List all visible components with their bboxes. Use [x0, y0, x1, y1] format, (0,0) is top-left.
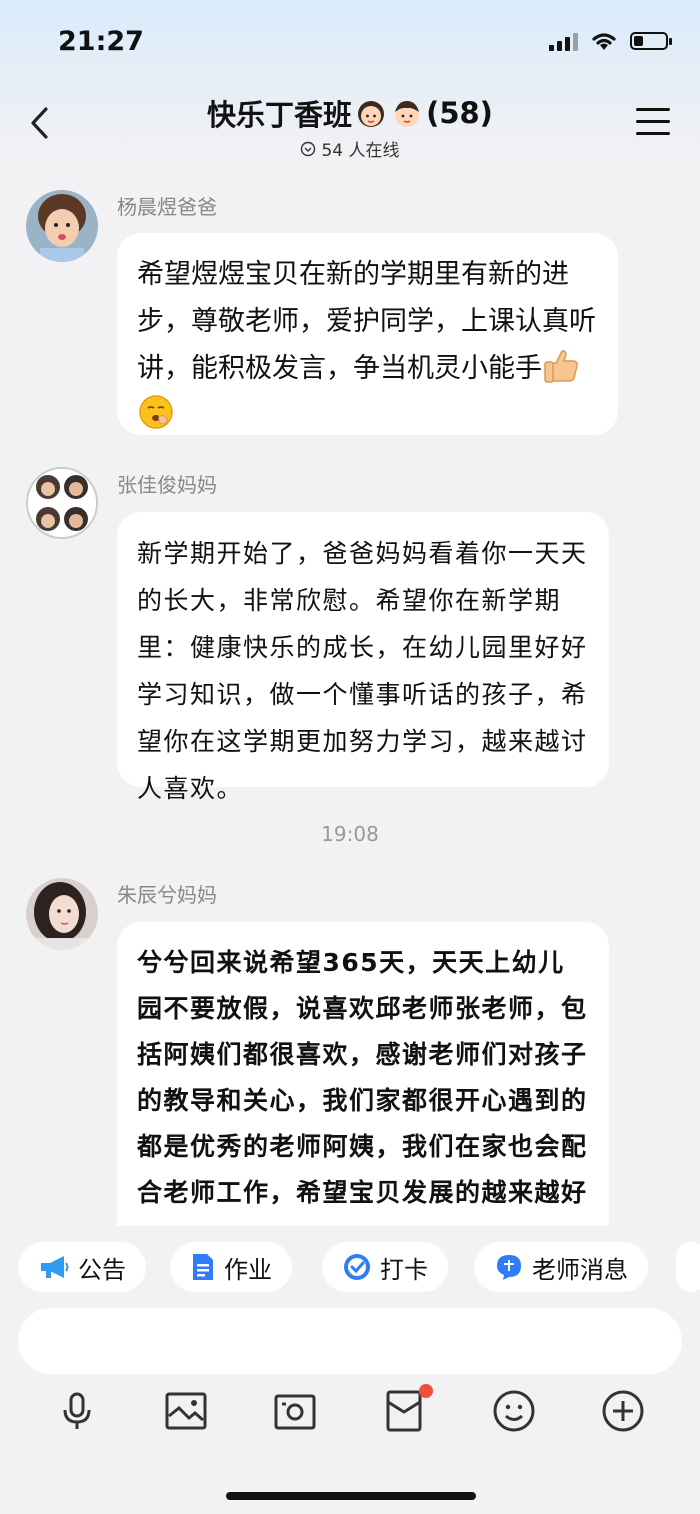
- battery-icon: [630, 32, 672, 50]
- message-input[interactable]: [18, 1308, 682, 1374]
- sender-name: 杨晨煜爸爸: [117, 195, 217, 219]
- quick-action-more[interactable]: [676, 1242, 700, 1292]
- boy-emoji-icon: [395, 101, 420, 127]
- message-bubble[interactable]: 希望煜煜宝贝在新的学期里有新的进步，尊敬老师，爱护同学，上课认真听讲，能积极发言…: [117, 233, 618, 435]
- avatar[interactable]: [26, 190, 98, 262]
- emoji-icon[interactable]: [491, 1388, 537, 1434]
- message-text: 新学期开始了，爸爸妈妈看着你一天天的长大，非常欣慰。希望你在新学期里：健康快乐的…: [137, 539, 588, 803]
- woman-photo-avatar: [26, 878, 98, 950]
- input-toolbar: [0, 1384, 700, 1438]
- avatar[interactable]: [26, 878, 98, 950]
- quick-action-label: 打卡: [380, 1255, 428, 1284]
- quick-action-homework[interactable]: 作业: [170, 1242, 292, 1292]
- member-count: (58): [426, 96, 493, 130]
- thumbs-up-icon: [544, 350, 578, 383]
- avatar[interactable]: [26, 467, 98, 539]
- image-icon[interactable]: [163, 1388, 209, 1434]
- wifi-icon: [592, 33, 616, 50]
- message-text: 希望煜煜宝贝在新的学期里有新的进步，尊敬老师，爱护同学，上课认真听讲，能积极发言…: [137, 259, 596, 384]
- status-time: 21:27: [58, 26, 144, 57]
- chat-title: 快乐丁香班 (58): [207, 92, 493, 134]
- bottom-panel: 公告 作业 打卡 老师消息: [0, 1226, 700, 1514]
- quick-action-label: 公告: [78, 1255, 126, 1284]
- message-bubble[interactable]: 新学期开始了，爸爸妈妈看着你一天天的长大，非常欣慰。希望你在新学期里：健康快乐的…: [117, 512, 609, 803]
- home-indicator: [226, 1492, 476, 1500]
- sender-name: 朱辰兮妈妈: [117, 883, 217, 907]
- online-status: 54 人在线: [300, 136, 400, 161]
- group-name: 快乐丁香班: [207, 98, 353, 132]
- megaphone-icon: [41, 1256, 69, 1278]
- child-photo-avatar: [26, 190, 98, 262]
- menu-icon-line: [636, 132, 670, 135]
- notification-dot: [419, 1384, 433, 1398]
- header-area: 21:27 快乐丁香班 (58) 54 人在线: [0, 0, 700, 162]
- online-count: 54 人在线: [321, 141, 400, 161]
- menu-icon: [636, 108, 670, 111]
- menu-icon-line: [636, 120, 670, 123]
- chevron-circle-icon: [301, 141, 316, 156]
- document-icon: [193, 1254, 213, 1280]
- quick-action-label: 作业: [224, 1255, 272, 1284]
- sender-name: 张佳俊妈妈: [117, 473, 217, 497]
- microphone-icon[interactable]: [54, 1388, 100, 1434]
- quick-action-announcement[interactable]: 公告: [18, 1242, 146, 1292]
- yawning-face-icon: [139, 395, 173, 429]
- quick-action-label: 老师消息: [532, 1255, 628, 1284]
- plus-icon[interactable]: [600, 1388, 646, 1434]
- time-separator: 19:08: [321, 822, 379, 846]
- signal-icon: [549, 31, 578, 51]
- checkin-icon: [344, 1254, 370, 1280]
- chat-title-area[interactable]: 快乐丁香班 (58) 54 人在线: [0, 92, 700, 161]
- quick-action-teacher-message[interactable]: 老师消息: [474, 1242, 648, 1292]
- photo-collage-avatar: [28, 469, 96, 537]
- menu-button[interactable]: [636, 108, 670, 138]
- message-text: 兮兮回来说希望365天，天天上幼儿园不要放假，说喜欢邱老师张老师，包括阿姨们都很…: [137, 948, 588, 1207]
- camera-icon[interactable]: [272, 1388, 318, 1434]
- quick-action-checkin[interactable]: 打卡: [322, 1242, 448, 1292]
- status-icons: [549, 30, 672, 52]
- teacher-message-icon: [497, 1255, 521, 1280]
- message-bubble[interactable]: 兮兮回来说希望365天，天天上幼儿园不要放假，说喜欢邱老师张老师，包括阿姨们都很…: [117, 922, 609, 1252]
- girl-emoji-icon: [358, 101, 385, 127]
